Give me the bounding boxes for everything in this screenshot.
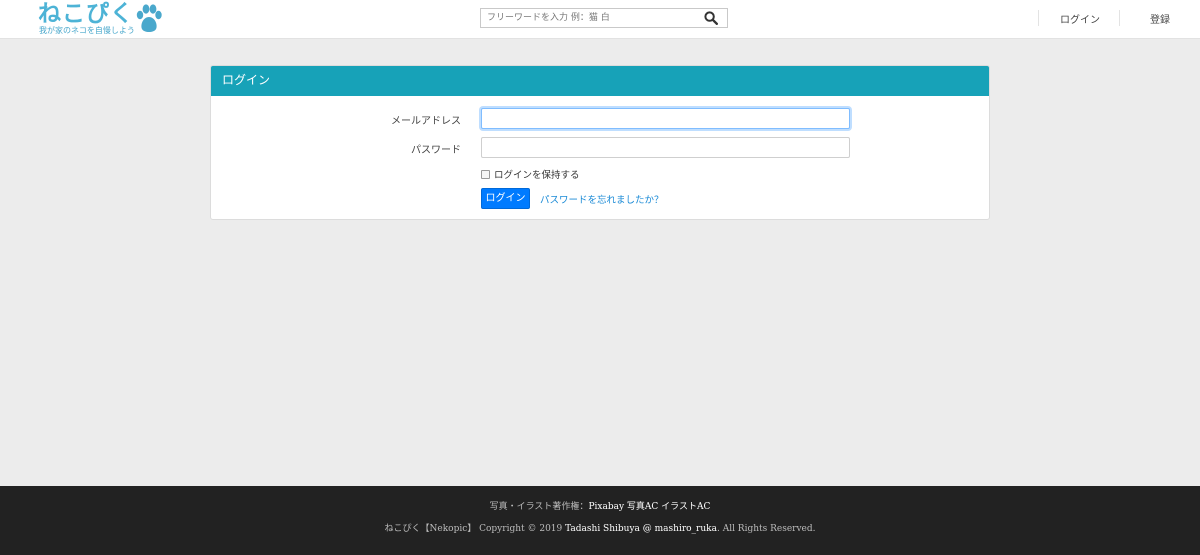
- nav-divider: [1038, 10, 1039, 26]
- nav-divider: [1119, 10, 1120, 26]
- credit-link-photo-ac[interactable]: 写真AC: [627, 502, 658, 512]
- copyright-prefix: ねこぴく【Nekopic】 Copyright © 2019: [384, 524, 566, 534]
- footer-copyright: ねこぴく【Nekopic】 Copyright © 2019 Tadashi S…: [0, 521, 1200, 534]
- credits-prefix: 写真・イラスト著作権：: [489, 502, 589, 512]
- author-link[interactable]: Tadashi Shibuya @ mashiro_ruka: [565, 524, 717, 534]
- password-field[interactable]: [481, 137, 850, 158]
- search-input[interactable]: [481, 9, 702, 27]
- remember-label: ログインを保持する: [494, 170, 580, 181]
- credit-link-illust-ac[interactable]: イラストAC: [661, 502, 710, 512]
- site-logo[interactable]: ねこぴく 我が家のネコを自慢しよう: [38, 1, 163, 37]
- login-button[interactable]: ログイン: [481, 188, 530, 209]
- login-card: ログイン メールアドレス パスワード ログインを保持する ログイン パスワードを…: [210, 65, 990, 220]
- search-icon[interactable]: [704, 11, 718, 25]
- login-card-title: ログイン: [211, 66, 989, 96]
- paw-icon: [136, 4, 162, 32]
- site-footer: 写真・イラスト著作権：Pixabay 写真AC イラストAC ねこぴく【Neko…: [0, 486, 1200, 555]
- credit-link-pixabay[interactable]: Pixabay: [588, 502, 624, 512]
- logo-tagline: 我が家のネコを自慢しよう: [39, 26, 135, 35]
- site-header: ねこぴく 我が家のネコを自慢しよう ログイン 登録: [0, 0, 1200, 39]
- search-box: [480, 8, 728, 28]
- nav-login-link[interactable]: ログイン: [1060, 11, 1100, 26]
- nav-register-link[interactable]: 登録: [1150, 11, 1170, 26]
- remember-me[interactable]: ログインを保持する: [481, 168, 580, 181]
- remember-checkbox[interactable]: [481, 169, 490, 179]
- footer-credits: 写真・イラスト著作権：Pixabay 写真AC イラストAC: [0, 499, 1200, 512]
- logo-text: ねこぴく: [38, 1, 134, 27]
- email-field[interactable]: [481, 108, 850, 129]
- forgot-password-link[interactable]: パスワードを忘れましたか？: [540, 192, 664, 206]
- copyright-suffix: . All Rights Reserved.: [716, 524, 816, 534]
- password-label: パスワード: [411, 145, 461, 156]
- email-label: メールアドレス: [391, 116, 461, 127]
